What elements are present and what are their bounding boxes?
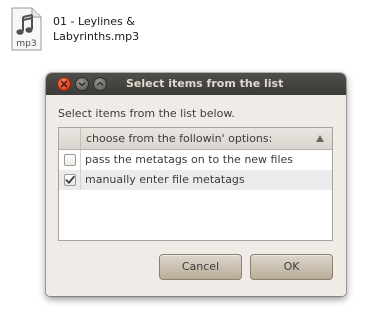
maximize-button[interactable] — [93, 77, 107, 91]
checkbox-column-header[interactable] — [59, 128, 81, 149]
maximize-icon — [96, 81, 104, 86]
list-item-label: manually enter file metatags — [85, 173, 245, 186]
file-name-line-2: Labyrinths.mp3 — [53, 30, 140, 43]
checkbox-cell — [59, 150, 81, 170]
close-button[interactable] — [57, 77, 71, 91]
minimize-button[interactable] — [75, 77, 89, 91]
options-list[interactable]: choose from the followin' options: pass … — [58, 127, 333, 241]
cancel-button[interactable]: Cancel — [159, 254, 242, 280]
column-header-label: choose from the followin' options: — [86, 132, 273, 145]
list-item[interactable]: manually enter file metatags — [59, 170, 332, 190]
file-type-badge: mp3 — [16, 39, 36, 49]
dialog-prompt: Select items from the list below. — [58, 107, 235, 120]
audio-file-graphic: mp3 — [11, 7, 42, 51]
ok-button[interactable]: OK — [250, 254, 333, 280]
manual-metatags-checkbox[interactable] — [64, 174, 76, 186]
list-item-label: pass the metatags on to the new files — [85, 153, 294, 166]
checkmark-icon — [65, 175, 75, 184]
file-name-label[interactable]: 01 - Leylines & Labyrinths.mp3 — [53, 14, 173, 44]
dialog-titlebar[interactable]: Select items from the list — [46, 73, 346, 95]
close-icon — [60, 80, 68, 88]
checkbox-cell — [59, 170, 81, 190]
list-column-header[interactable]: choose from the followin' options: — [59, 128, 332, 150]
select-items-dialog: Select items from the list Select items … — [46, 73, 346, 296]
minimize-icon — [78, 82, 86, 87]
sort-ascending-icon — [316, 135, 324, 142]
file-name-line-1: 01 - Leylines & — [53, 15, 135, 28]
dialog-title: Select items from the list — [126, 77, 284, 90]
list-item[interactable]: pass the metatags on to the new files — [59, 150, 332, 170]
pass-metatags-checkbox[interactable] — [64, 154, 76, 166]
audio-file-icon[interactable]: mp3 — [10, 7, 42, 51]
